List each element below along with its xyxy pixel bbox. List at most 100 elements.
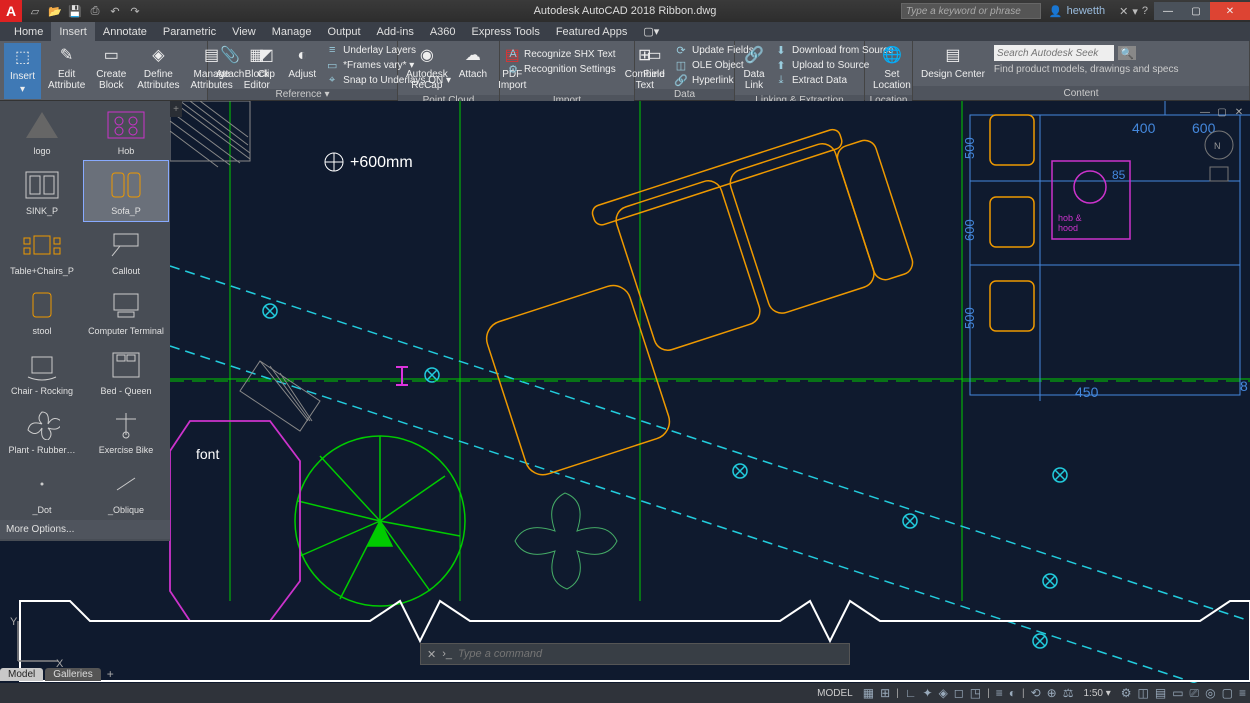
gallery-item-stool[interactable]: stool	[0, 281, 84, 341]
snap-icon[interactable]: ⊞	[880, 686, 890, 700]
lineweight-icon[interactable]: ≡	[996, 686, 1003, 700]
status-model[interactable]: MODEL	[813, 688, 857, 699]
edit-attribute-button[interactable]: ✎Edit Attribute	[44, 43, 89, 93]
navigation-bar[interactable]: N	[1196, 127, 1242, 207]
units-icon[interactable]: ◫	[1138, 686, 1149, 700]
frame-icon: ▭	[325, 58, 339, 72]
tab-view[interactable]: View	[224, 22, 264, 41]
annomonitor-icon[interactable]: ⊕	[1047, 686, 1057, 700]
qa-new-icon[interactable]: ▱	[28, 4, 42, 18]
attach-button[interactable]: 📎Attach	[212, 43, 248, 82]
gallery-item-logo[interactable]: logo	[0, 101, 84, 161]
gallery-item-bed[interactable]: Bed - Queen	[84, 341, 168, 401]
min-icon[interactable]: —	[1198, 107, 1212, 118]
customize-icon[interactable]: ≡	[1239, 686, 1246, 700]
gallery-item-callout[interactable]: Callout	[84, 221, 168, 281]
grid-icon[interactable]: ▦	[863, 686, 874, 700]
tab-home[interactable]: Home	[6, 22, 51, 41]
gallery-item-bike[interactable]: Exercise Bike	[84, 400, 168, 460]
gallery-item-sink[interactable]: SINK_P	[0, 161, 84, 221]
tab-extra-icon[interactable]: ▢▾	[635, 22, 667, 41]
3dosnap-icon[interactable]: ◳	[970, 686, 981, 700]
quickprops-icon[interactable]: ▤	[1155, 686, 1166, 700]
drawing-canvas[interactable]: +600mm font 450 400 600 500 600 500 85 8…	[0, 101, 1250, 683]
exchange-icon[interactable]: ✕	[1119, 5, 1128, 18]
polar-icon[interactable]: ✦	[923, 686, 933, 700]
tab-addins[interactable]: Add-ins	[369, 22, 422, 41]
pc-attach-button[interactable]: ☁Attach	[455, 43, 491, 82]
cmd-history-icon[interactable]: ✕	[427, 648, 436, 661]
help-icon[interactable]: ?	[1142, 5, 1148, 18]
tab-featured[interactable]: Featured Apps	[548, 22, 636, 41]
cmd-chevron-icon: ›_	[442, 648, 452, 660]
help-search[interactable]: Type a keyword or phrase	[901, 3, 1041, 19]
restore-icon[interactable]: ▢	[1215, 107, 1229, 118]
iso-icon[interactable]: ◈	[939, 686, 948, 700]
more-options-button[interactable]: More Options...	[0, 520, 170, 539]
cycling-icon[interactable]: ⟲	[1031, 686, 1041, 700]
transparency-icon[interactable]: ◐	[1009, 686, 1016, 700]
minimize-button[interactable]: —	[1154, 2, 1182, 20]
tab-express[interactable]: Express Tools	[464, 22, 548, 41]
workspace: +600mm font 450 400 600 500 600 500 85 8…	[0, 101, 1250, 683]
gallery-item-dot[interactable]: _Dot	[0, 460, 84, 520]
isolate-icon[interactable]: ◎	[1205, 686, 1215, 700]
document-tabs: +	[170, 101, 182, 117]
clip-button[interactable]: ◩Clip	[251, 43, 281, 82]
start-tab-icon[interactable]: +	[170, 101, 182, 117]
tab-a360[interactable]: A360	[422, 22, 464, 41]
window-controls: — ▢ ✕	[1154, 2, 1250, 20]
osnap-icon[interactable]: ◻	[954, 686, 964, 700]
user-account[interactable]: 👤 hewetth	[1041, 5, 1113, 18]
add-layout-button[interactable]: +	[103, 667, 118, 681]
command-line[interactable]: ✕ ›_	[420, 643, 850, 665]
lock-icon[interactable]: ▭	[1172, 686, 1183, 700]
qa-save-icon[interactable]: 💾	[68, 4, 82, 18]
search-icon[interactable]: 🔍	[1118, 46, 1136, 60]
set-location-button[interactable]: 🌐Set Location	[869, 43, 915, 93]
gallery-item-sofa[interactable]: Sofa_P	[84, 161, 168, 221]
tab-manage[interactable]: Manage	[264, 22, 320, 41]
ortho-icon[interactable]: ∟	[905, 686, 917, 700]
recognition-settings-button[interactable]: ⚙Recognition Settings	[504, 62, 618, 76]
tab-insert[interactable]: Insert	[51, 22, 95, 41]
field-button[interactable]: ▭Field	[639, 43, 669, 82]
cleanscreen-icon[interactable]: ▢	[1222, 686, 1233, 700]
data-link-button[interactable]: 🔗Data Link	[739, 43, 769, 93]
tab-parametric[interactable]: Parametric	[155, 22, 224, 41]
dc-label: Design Center	[921, 69, 985, 80]
gallery-item-computer[interactable]: Computer Terminal	[84, 281, 168, 341]
gallery-item-plant[interactable]: Plant - Rubber…	[0, 400, 84, 460]
scale-button[interactable]: 1:50 ▾	[1079, 688, 1114, 699]
svg-text:font: font	[196, 446, 219, 462]
gallery-item-rocking-chair[interactable]: Chair - Rocking	[0, 341, 84, 401]
qa-saveas-icon[interactable]: ⎙	[88, 4, 102, 18]
autodesk-seek-search[interactable]	[994, 45, 1114, 61]
recognize-shx-button[interactable]: ARecognize SHX Text	[504, 47, 618, 61]
tab-output[interactable]: Output	[320, 22, 369, 41]
adjust-button[interactable]: ◐Adjust	[284, 43, 320, 82]
tab-annotate[interactable]: Annotate	[95, 22, 155, 41]
close-view-icon[interactable]: ✕	[1232, 107, 1246, 118]
create-block-button[interactable]: ▭Create Block	[92, 43, 130, 93]
gallery-item-oblique[interactable]: _Oblique	[84, 460, 168, 520]
annoscale-icon[interactable]: ⚖	[1063, 686, 1074, 700]
gallery-item-table[interactable]: Table+Chairs_P	[0, 221, 84, 281]
command-input[interactable]	[458, 648, 843, 660]
qa-redo-icon[interactable]: ↷	[128, 4, 142, 18]
layout-tab-model[interactable]: Model	[0, 668, 43, 681]
qa-open-icon[interactable]: 📂	[48, 4, 62, 18]
layout-tab-galleries[interactable]: Galleries	[45, 668, 100, 681]
workspace-icon[interactable]: ⚙	[1121, 686, 1132, 700]
insert-block-button[interactable]: ⬚Insert▾	[4, 43, 41, 99]
gallery-item-hob[interactable]: Hob	[84, 101, 168, 161]
maximize-button[interactable]: ▢	[1182, 2, 1210, 20]
design-center-button[interactable]: ▤Design Center	[917, 43, 989, 82]
define-attributes-button[interactable]: ◈Define Attributes	[133, 43, 183, 93]
recap-button[interactable]: ◉Autodesk ReCap	[402, 43, 452, 93]
dropdown-icon[interactable]: ▾	[1132, 5, 1138, 18]
close-button[interactable]: ✕	[1210, 2, 1250, 20]
qa-undo-icon[interactable]: ↶	[108, 4, 122, 18]
panel-label[interactable]: Reference ▾	[208, 89, 397, 100]
hardware-icon[interactable]: ⎚	[1190, 686, 1200, 701]
